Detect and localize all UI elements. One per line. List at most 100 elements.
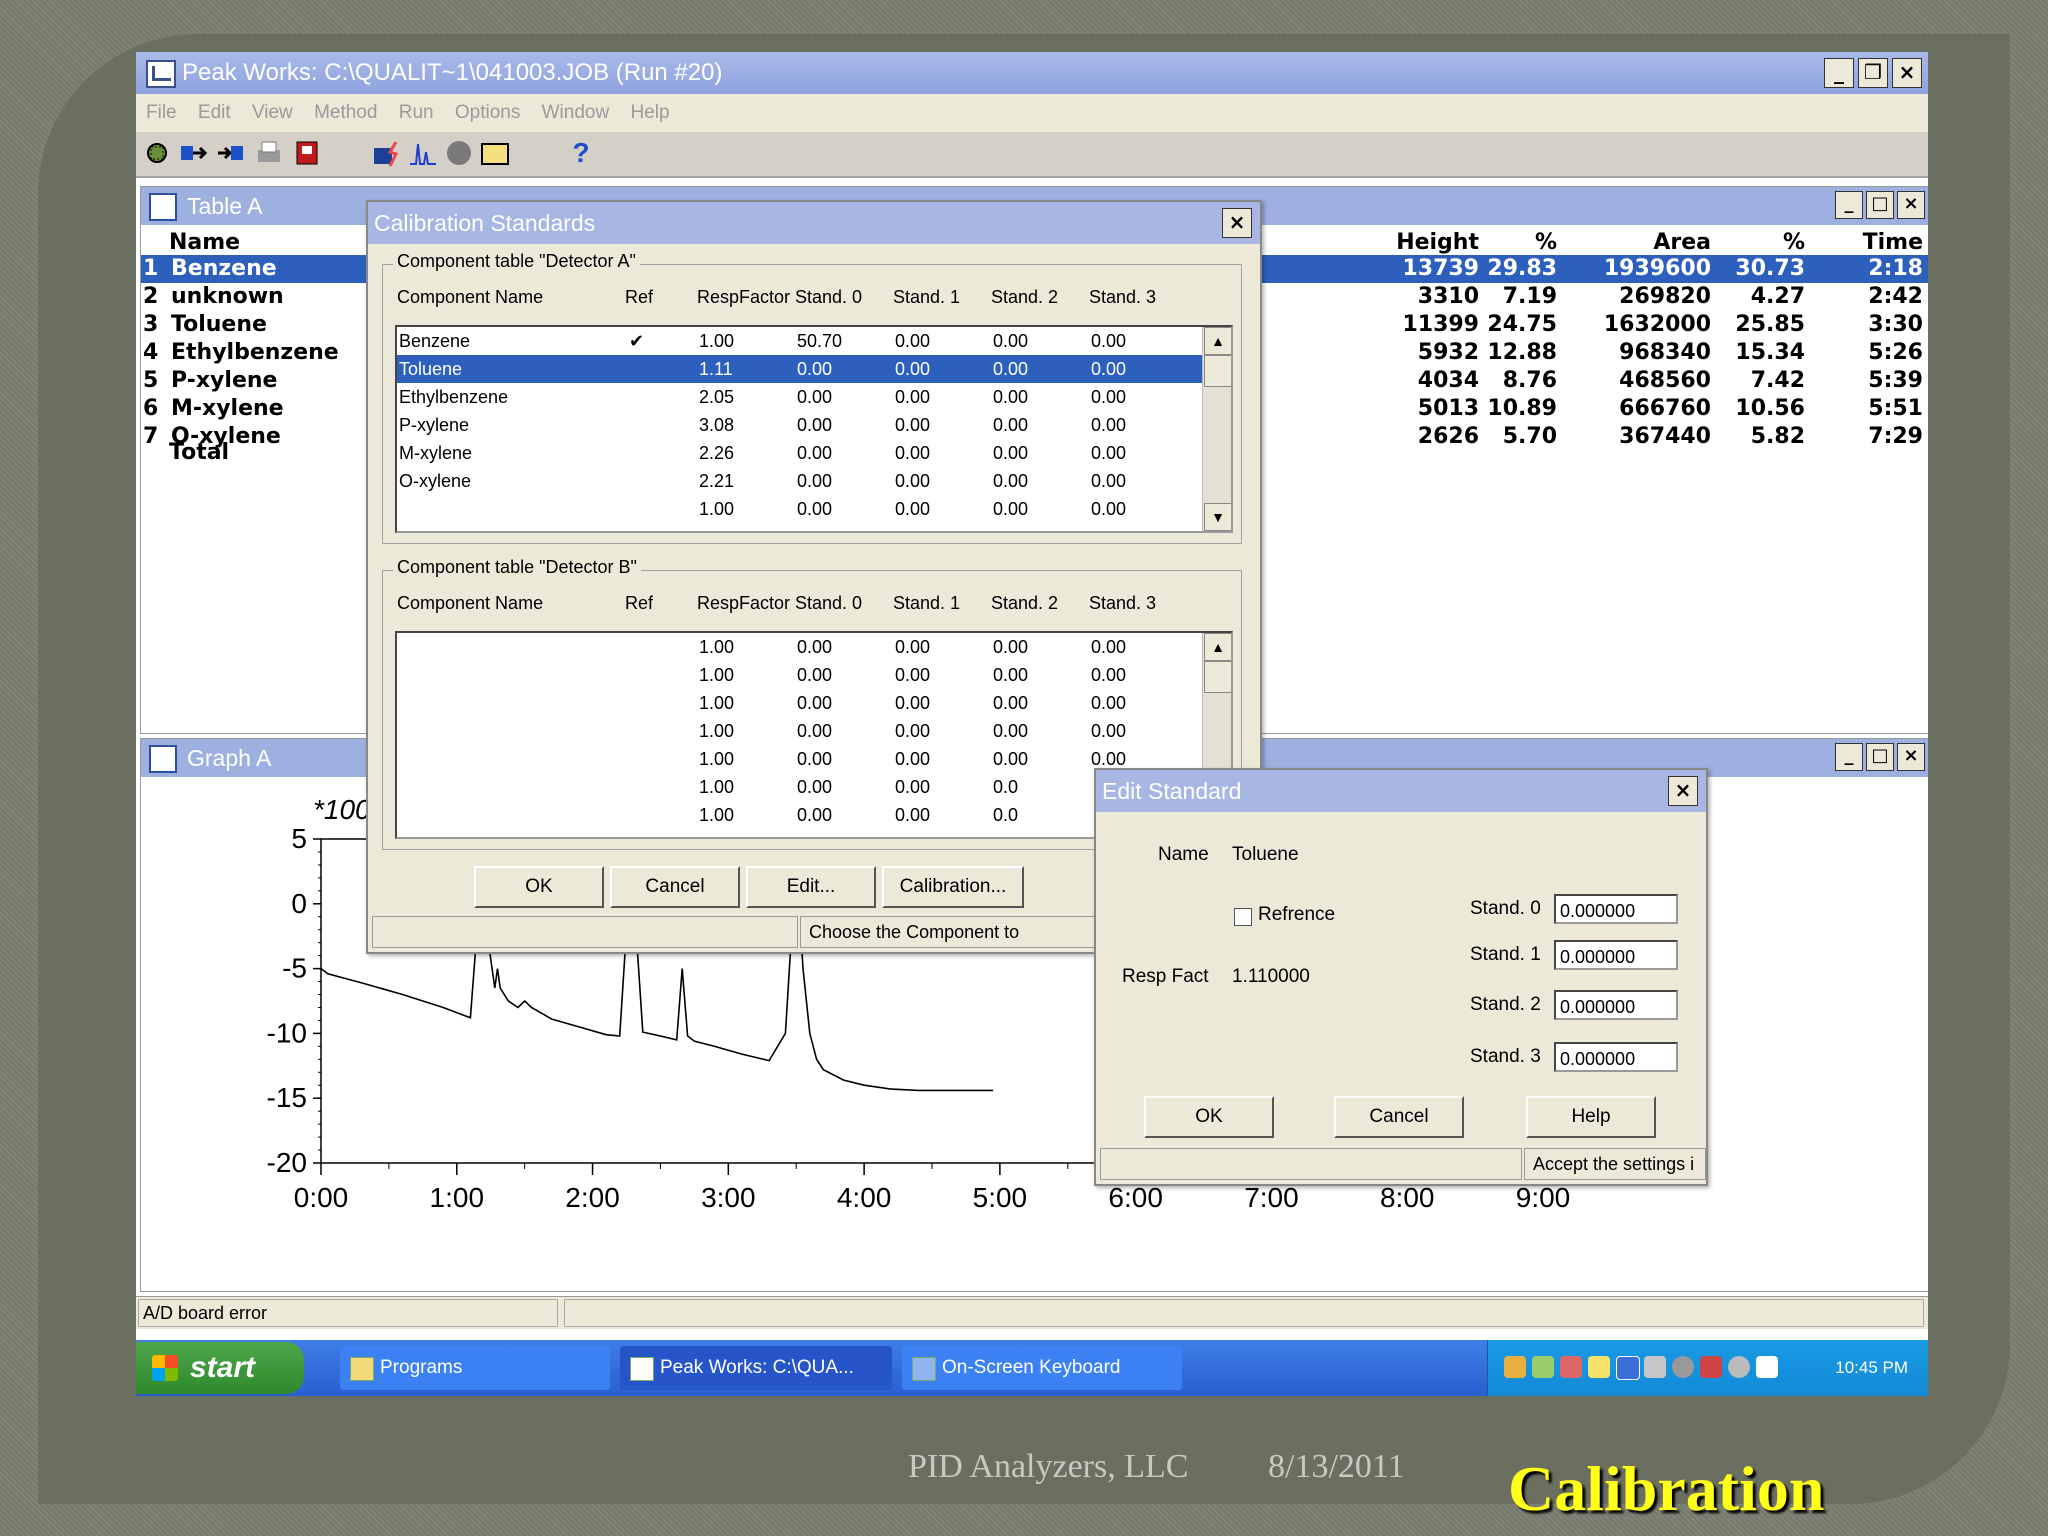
graph-a-title: Graph A bbox=[187, 745, 272, 771]
stop-icon[interactable] bbox=[292, 138, 322, 168]
tray-display-icon[interactable] bbox=[1616, 1356, 1640, 1380]
save-icon[interactable] bbox=[216, 138, 246, 168]
cell-s3: 0.00 bbox=[1091, 665, 1127, 685]
calibration-close-button[interactable]: × bbox=[1222, 208, 1252, 238]
minimize-button[interactable]: _ bbox=[1824, 58, 1854, 88]
task-programs-label: Programs bbox=[380, 1357, 463, 1378]
menu-options[interactable]: Options bbox=[455, 102, 520, 123]
row-area-pct: 10.56 bbox=[1735, 396, 1805, 421]
cell-s0: 0.00 bbox=[797, 387, 833, 407]
list-item[interactable]: 1.00 0.00 0.00 0.00 0.00 bbox=[397, 661, 1203, 689]
scroll-down-icon[interactable]: ▼ bbox=[1204, 503, 1231, 531]
menu-window[interactable]: Window bbox=[542, 102, 610, 123]
row-height: 5013 bbox=[1417, 396, 1479, 421]
table-close-button[interactable]: × bbox=[1897, 191, 1925, 219]
start-button[interactable]: start bbox=[136, 1342, 304, 1394]
edit-standard-title: Edit Standard bbox=[1102, 778, 1242, 804]
run-icon[interactable] bbox=[372, 138, 402, 168]
tray-tool-icon[interactable] bbox=[1588, 1356, 1610, 1378]
edit-standard-help-button[interactable]: Help bbox=[1526, 1096, 1656, 1138]
scroll-thumb[interactable] bbox=[1204, 355, 1231, 387]
stand3-field[interactable]: 0.000000 bbox=[1554, 1042, 1678, 1072]
task-peak-works[interactable]: Peak Works: C:\QUA... bbox=[620, 1346, 892, 1390]
table-maximize-button[interactable]: □ bbox=[1866, 191, 1894, 219]
load-icon[interactable] bbox=[178, 138, 208, 168]
detector-a-list[interactable]: Benzene ✔ 1.00 50.70 0.00 0.00 0.00 Toluene 1.11… bbox=[395, 325, 1233, 533]
tray-network-icon[interactable] bbox=[1504, 1356, 1526, 1378]
tray-device-icon[interactable] bbox=[1756, 1356, 1778, 1378]
task-programs[interactable]: Programs bbox=[340, 1346, 610, 1390]
list-item[interactable]: 1.00 0.00 0.00 0.00 0.00 bbox=[397, 633, 1203, 661]
graph-maximize-button[interactable]: □ bbox=[1866, 743, 1894, 771]
list-item[interactable]: 1.00 0.00 0.00 0.00 0.00 bbox=[397, 689, 1203, 717]
peak-works-icon bbox=[630, 1357, 654, 1381]
acquire-icon[interactable] bbox=[142, 138, 172, 168]
tray-volume-icon[interactable] bbox=[1728, 1356, 1750, 1378]
calibration-button[interactable]: Calibration... bbox=[882, 866, 1024, 908]
cell-resp: 2.21 bbox=[699, 471, 735, 491]
cell-resp: 1.11 bbox=[699, 359, 733, 379]
list-item[interactable]: M-xylene 2.26 0.00 0.00 0.00 0.00 bbox=[397, 439, 1203, 467]
cell-s2: 0.00 bbox=[993, 443, 1029, 463]
row-height-pct: 7.19 bbox=[1502, 284, 1557, 309]
list-item[interactable]: O-xylene 2.21 0.00 0.00 0.00 0.00 bbox=[397, 467, 1203, 495]
list-item[interactable]: 1.00 0.00 0.00 0.0 bbox=[397, 773, 1203, 801]
cell-s0: 0.00 bbox=[797, 721, 833, 741]
folder-icon[interactable] bbox=[480, 138, 510, 168]
tray-disc-icon[interactable] bbox=[1672, 1356, 1694, 1378]
task-on-screen-keyboard[interactable]: On-Screen Keyboard bbox=[902, 1346, 1182, 1390]
list-item[interactable]: 1.00 0.00 0.00 0.00 0.00 bbox=[397, 717, 1203, 745]
help-icon[interactable]: ? bbox=[566, 138, 596, 168]
edit-button[interactable]: Edit... bbox=[746, 866, 876, 908]
graph-minimize-button[interactable]: _ bbox=[1835, 743, 1863, 771]
menu-edit[interactable]: Edit bbox=[198, 102, 231, 123]
table-minimize-button[interactable]: _ bbox=[1835, 191, 1863, 219]
tray-security-icon[interactable] bbox=[1560, 1356, 1582, 1378]
scroll-up-icon[interactable]: ▲ bbox=[1204, 633, 1231, 661]
cell-s2: 0.00 bbox=[993, 471, 1029, 491]
print-icon[interactable] bbox=[254, 138, 284, 168]
stand0-field[interactable]: 0.000000 bbox=[1554, 894, 1678, 924]
calibration-cancel-button[interactable]: Cancel bbox=[610, 866, 740, 908]
detector-a-scrollbar[interactable]: ▲ ▼ bbox=[1202, 327, 1231, 531]
chromatogram-icon[interactable] bbox=[408, 138, 438, 168]
scroll-thumb[interactable] bbox=[1204, 661, 1231, 693]
list-item[interactable]: 1.00 0.00 0.00 0.00 0.00 bbox=[397, 495, 1203, 523]
edit-standard-title-bar[interactable]: Edit Standard × bbox=[1096, 770, 1706, 812]
list-item[interactable]: Toluene 1.11 0.00 0.00 0.00 0.00 bbox=[397, 355, 1203, 383]
list-item[interactable]: 1.00 0.00 0.00 0.0 bbox=[397, 801, 1203, 829]
menu-file[interactable]: File bbox=[146, 102, 177, 123]
calibration-ok-button[interactable]: OK bbox=[474, 866, 604, 908]
edit-standard-cancel-button[interactable]: Cancel bbox=[1334, 1096, 1464, 1138]
list-item[interactable]: P-xylene 3.08 0.00 0.00 0.00 0.00 bbox=[397, 411, 1203, 439]
header-area: Area bbox=[1653, 230, 1711, 255]
stand1-field[interactable]: 0.000000 bbox=[1554, 940, 1678, 970]
menu-method[interactable]: Method bbox=[314, 102, 377, 123]
reference-checkbox[interactable] bbox=[1234, 908, 1252, 926]
cell-s2: 0.00 bbox=[993, 415, 1029, 435]
row-height: 4034 bbox=[1417, 368, 1479, 393]
graph-close-button[interactable]: × bbox=[1897, 743, 1925, 771]
close-button[interactable]: × bbox=[1892, 58, 1922, 88]
tray-people-icon[interactable] bbox=[1532, 1356, 1554, 1378]
menu-view[interactable]: View bbox=[252, 102, 293, 123]
edit-standard-ok-button[interactable]: OK bbox=[1144, 1096, 1274, 1138]
list-item[interactable]: 1.00 0.00 0.00 0.00 0.00 bbox=[397, 745, 1203, 773]
row-name: Ethylbenzene bbox=[171, 340, 339, 365]
scroll-up-icon[interactable]: ▲ bbox=[1204, 327, 1231, 355]
x-tick-label: 8:00 bbox=[1380, 1182, 1435, 1213]
cell-s1: 0.00 bbox=[895, 721, 931, 741]
tray-drive-icon[interactable] bbox=[1644, 1356, 1666, 1378]
list-item[interactable]: Ethylbenzene 2.05 0.00 0.00 0.00 0.00 bbox=[397, 383, 1203, 411]
menu-help[interactable]: Help bbox=[630, 102, 669, 123]
taskbar: start Programs Peak Works: C:\QUA... On-… bbox=[136, 1340, 1928, 1396]
tray-connection-icon[interactable] bbox=[1700, 1356, 1722, 1378]
record-icon[interactable] bbox=[444, 138, 474, 168]
app-title-bar[interactable]: Peak Works: C:\QUALIT~1\041003.JOB (Run … bbox=[136, 52, 1928, 94]
list-item[interactable]: Benzene ✔ 1.00 50.70 0.00 0.00 0.00 bbox=[397, 327, 1203, 355]
stand2-field[interactable]: 0.000000 bbox=[1554, 990, 1678, 1020]
menu-run[interactable]: Run bbox=[399, 102, 434, 123]
restore-button[interactable]: ❒ bbox=[1858, 58, 1888, 88]
calibration-dialog-title-bar[interactable]: Calibration Standards × bbox=[368, 202, 1260, 244]
edit-standard-close-button[interactable]: × bbox=[1668, 776, 1698, 806]
